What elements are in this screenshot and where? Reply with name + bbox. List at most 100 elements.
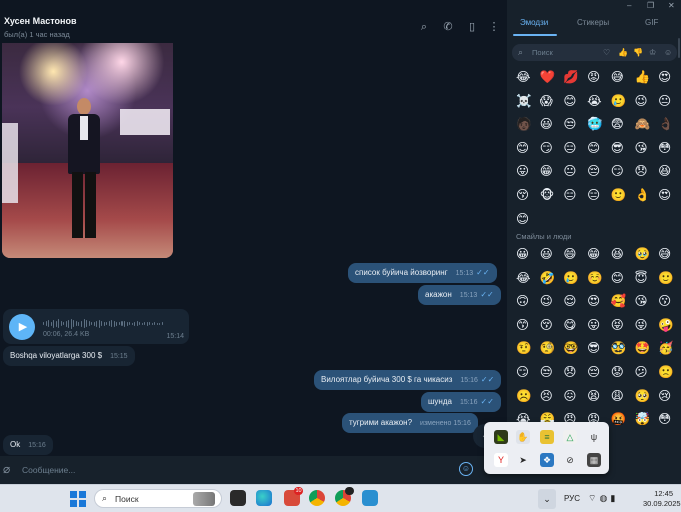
emoji-cell[interactable]: 💋 [563, 70, 587, 94]
emoji-cell[interactable]: 😒 [563, 117, 587, 141]
emoji-cell[interactable]: 🧑🏿 [516, 117, 540, 141]
trophy-icon[interactable]: ♔ [649, 48, 656, 57]
chrome-profile-icon[interactable] [335, 487, 354, 506]
task-view-icon[interactable] [230, 490, 246, 506]
emoji-cell[interactable]: 😕 [634, 365, 658, 389]
emoji-cell[interactable]: 🤬 [611, 412, 635, 436]
emoji-cell[interactable]: 😞 [563, 365, 587, 389]
emoji-cell[interactable]: 🙂 [611, 188, 635, 212]
tab-gif[interactable]: GIF [645, 18, 658, 27]
emoji-cell[interactable]: 😚 [516, 188, 540, 212]
emoji-cell[interactable]: 🤨 [516, 341, 540, 365]
message-bubble[interactable]: Boshqa viloyatlarga 300 $ 15:15 [3, 346, 135, 366]
recent-emoji-grid[interactable]: 😂 ❤️ 💋 😡 😅 👍 😍 ☠️ 😱 😊 😭 🥲 😉 😐 🧑🏿 😃 😒 🥶 😨 🙈 👌🏿 😊 😏 😑 😊 😎 😘 😳 😛 😁 😐 😔 😏 😞 😆 😚… [516, 70, 681, 235]
emoji-search[interactable]: ⌕ ♡ 👍 👎 ♔ ☺ [512, 44, 677, 61]
system-icons[interactable]: ⌔◍▮ [588, 493, 618, 504]
stack-icon[interactable]: ≡ [540, 430, 554, 444]
emoji-cell[interactable]: 🥸 [611, 341, 635, 365]
tab-emoji[interactable]: Эмодзи [520, 18, 548, 27]
emoji-cell[interactable]: 😌 [563, 294, 587, 318]
yandex-icon[interactable]: Y [494, 453, 508, 467]
emoji-cell[interactable]: 😒 [540, 365, 564, 389]
emoji-cell[interactable]: 😗 [658, 294, 681, 318]
message-input[interactable] [22, 462, 442, 478]
emoji-cell[interactable]: 🤯 [634, 412, 658, 436]
emoji-cell[interactable]: 😆 [611, 247, 635, 271]
emoji-cell[interactable]: 🥲 [611, 93, 635, 118]
emoji-cell[interactable]: 😂 [516, 70, 540, 94]
emoji-cell[interactable]: 🥰 [611, 294, 635, 318]
google-drive-icon[interactable]: △ [563, 430, 577, 444]
close-button[interactable]: ✕ [668, 1, 675, 10]
chrome-icon[interactable] [309, 490, 325, 506]
emoji-cell[interactable]: 😙 [516, 317, 540, 342]
emoji-cell[interactable]: 😜 [634, 317, 658, 342]
emoji-cell[interactable]: 😍 [658, 188, 681, 212]
emoji-cell[interactable]: 😊 [611, 270, 635, 295]
emoji-cell[interactable]: 🥶 [587, 117, 611, 141]
emoji-icon[interactable]: ☺ [459, 462, 473, 476]
emoji-cell[interactable]: 😱 [540, 93, 564, 118]
emoji-cell[interactable]: 👌🏿 [658, 117, 681, 141]
emoji-cell[interactable]: 🥹 [634, 247, 658, 271]
emoji-cell[interactable]: 😊 [587, 140, 611, 165]
play-icon[interactable]: ▶ [9, 314, 35, 340]
tray-chevron-up-icon[interactable]: ⌄ [538, 489, 556, 509]
message-bubble[interactable]: шунда 15:16 ✓✓ [421, 392, 501, 412]
emoji-cell[interactable]: ☹️ [516, 388, 540, 413]
contact-name[interactable]: Хусен Мастонов [4, 16, 76, 26]
thumbs-up-icon[interactable]: 👍 [618, 48, 628, 57]
emoji-cell[interactable]: 👍 [634, 70, 658, 94]
emoji-cell[interactable]: 😩 [611, 388, 635, 413]
emoji-cell[interactable]: 😳 [658, 140, 681, 165]
emoji-cell[interactable]: ☺️ [587, 270, 611, 295]
emoji-cell[interactable]: 😣 [540, 388, 564, 413]
voice-message[interactable]: ▶ 00:06, 26.4 KB 15:14 [3, 309, 189, 344]
edge-icon[interactable] [256, 490, 272, 506]
emoji-cell[interactable]: 🧐 [540, 341, 564, 365]
emoji-cell[interactable]: 😁 [587, 247, 611, 271]
emoji-cell[interactable]: 😅 [611, 70, 635, 94]
language-indicator[interactable]: РУС [564, 494, 580, 503]
emoji-cell[interactable]: 😋 [563, 317, 587, 342]
emoji-cell[interactable]: 😘 [634, 140, 658, 165]
emoji-cell[interactable]: 😟 [611, 365, 635, 389]
emoji-cell[interactable]: 😑 [563, 140, 587, 165]
emoji-cell[interactable]: ❤️ [540, 70, 564, 94]
minimize-button[interactable]: – [627, 1, 631, 10]
emoji-search-input[interactable] [532, 46, 602, 59]
heart-outline-icon[interactable]: ♡ [603, 48, 610, 57]
emoji-cell[interactable]: 😔 [587, 365, 611, 389]
clock[interactable]: 12:45 30.09.2025 [643, 489, 681, 509]
message-bubble[interactable]: Ok 15:16 [3, 435, 53, 455]
tab-stickers[interactable]: Стикеры [577, 18, 609, 27]
emoji-cell[interactable]: 🥲 [563, 270, 587, 295]
emoji-cell[interactable]: 😡 [587, 70, 611, 94]
emoji-cell[interactable]: 😀 [516, 247, 540, 271]
voice-waveform[interactable] [43, 318, 163, 329]
emoji-cell[interactable]: 😑 [587, 188, 611, 212]
emoji-cell[interactable]: 😊 [563, 93, 587, 118]
smile-icon[interactable]: ☺ [664, 48, 672, 57]
emoji-cell[interactable]: 🥺 [634, 388, 658, 413]
emoji-cell[interactable]: 😛 [516, 164, 540, 188]
emoji-cell[interactable]: 😳 [658, 412, 681, 436]
photo-message[interactable] [2, 43, 173, 258]
emoji-cell[interactable]: 😃 [540, 117, 564, 141]
emoji-cell[interactable]: 😏 [611, 164, 635, 188]
emoji-cell[interactable]: 😉 [634, 93, 658, 118]
emoji-cell[interactable]: 😢 [658, 388, 681, 413]
attach-icon[interactable]: ⌀ [3, 463, 10, 475]
gamepad-icon[interactable]: ⊘ [563, 453, 577, 467]
more-icon[interactable]: ⋮ [488, 21, 500, 33]
emoji-cell[interactable]: 😄 [563, 247, 587, 271]
emoji-cell[interactable]: 🙁 [658, 365, 681, 389]
emoji-cell[interactable]: 👌 [634, 188, 658, 212]
emoji-cell[interactable]: 😍 [587, 294, 611, 318]
message-bubble[interactable]: тугрими акажон? изменено 15:16 [342, 413, 478, 433]
emoji-cell[interactable]: 🙃 [516, 294, 540, 318]
emoji-cell[interactable]: 😊 [516, 140, 540, 165]
display-icon[interactable]: ▦ [587, 453, 601, 467]
message-list[interactable]: список буйича йозворинг 15:13 ✓✓ акажон 15:… [0, 43, 507, 456]
network-icon[interactable]: ❖ [540, 453, 554, 467]
